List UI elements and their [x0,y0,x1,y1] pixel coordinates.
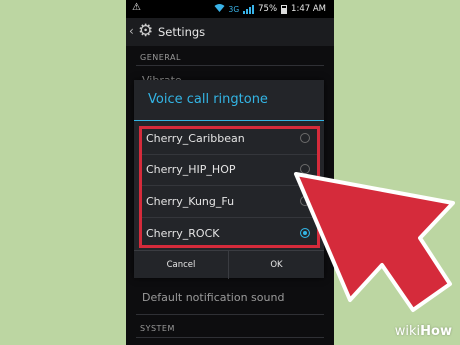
divider [136,314,324,315]
divider [140,217,318,218]
option-label: Cherry_ROCK [146,227,220,240]
radio-button[interactable] [300,133,310,143]
section-header-general: GENERAL [140,53,181,62]
status-bar: ⚠ 3G 75% 1:47 AM [126,0,334,18]
ringtone-option[interactable]: Cherry_Kung_Fu [134,187,324,217]
ok-button[interactable]: OK [229,251,324,279]
wikihow-logo: wikiHow [395,324,452,339]
watermark-prefix: wiki [394,324,421,339]
radio-button-selected[interactable] [300,228,310,238]
page-title: Settings [158,25,206,39]
list-item-default-notification-sound[interactable]: Default notification sound [142,291,284,304]
gear-icon[interactable]: ⚙ [138,21,153,41]
back-chevron-icon[interactable]: ‹ [129,24,134,38]
divider [136,337,324,338]
option-label: Cherry_Caribbean [146,132,245,145]
warning-icon: ⚠ [132,2,141,13]
dialog-button-bar: Cancel OK [134,250,324,279]
battery-icon [281,4,288,14]
radio-button[interactable] [300,164,310,174]
section-header-system: SYSTEM [140,324,175,333]
option-label: Cherry_HIP_HOP [146,163,236,176]
ringtone-option[interactable]: Cherry_HIP_HOP [134,155,324,185]
ringtone-dialog: Voice call ringtone Cherry_Caribbean Che… [134,80,324,279]
divider [140,185,318,186]
radio-button[interactable] [300,196,310,206]
phone-screen: ⚠ 3G 75% 1:47 AM ‹ ⚙ Settings GENERAL Vi… [126,0,334,345]
option-label: Cherry_Kung_Fu [146,195,235,208]
clock: 1:47 AM [291,4,326,14]
battery-percent: 75% [258,4,278,14]
wifi-icon [214,3,225,15]
watermark-suffix: How [420,324,452,339]
divider [136,65,324,66]
status-icons: 3G 75% 1:47 AM [214,3,326,15]
signal-icon [243,4,255,14]
ringtone-option[interactable]: Cherry_ROCK [134,219,324,249]
dialog-title: Voice call ringtone [148,92,268,107]
cancel-button[interactable]: Cancel [134,251,229,279]
action-bar: ‹ ⚙ Settings [126,18,334,46]
network-type: 3G [228,4,240,14]
dialog-title-divider [134,120,324,121]
ringtone-option[interactable]: Cherry_Caribbean [134,124,324,154]
